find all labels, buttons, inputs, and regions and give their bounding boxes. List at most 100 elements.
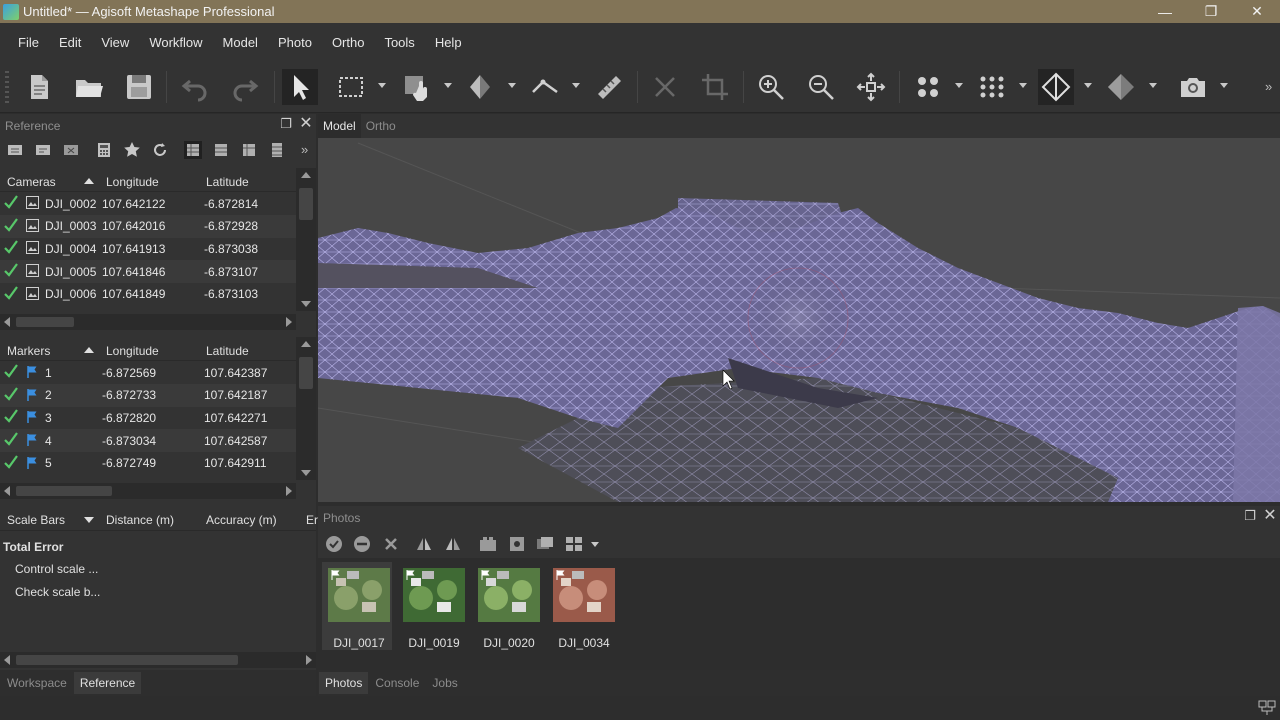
cameras-column-header[interactable]: Cameras — [7, 175, 56, 189]
ruler-icon[interactable] — [527, 69, 563, 105]
marker-row[interactable]: 4 -6.873034 107.642587 — [0, 429, 296, 453]
tab-reference[interactable]: Reference — [73, 672, 142, 694]
close-button[interactable]: ✕ — [1234, 0, 1280, 23]
enabled-check-icon[interactable] — [4, 263, 18, 277]
measure-icon[interactable] — [591, 69, 627, 105]
float-panel-icon[interactable]: ❐ — [278, 116, 294, 132]
camera-latitude[interactable]: -6.872928 — [204, 219, 258, 233]
undo-icon[interactable] — [177, 69, 213, 105]
minimize-button[interactable]: — — [1142, 0, 1188, 23]
enable-cameras-icon[interactable] — [324, 534, 344, 554]
restore-button[interactable]: ❐ — [1188, 0, 1234, 23]
camera-row[interactable]: DJI_0005 107.641846 -6.873107 — [0, 260, 296, 284]
dense-cloud-dropdown-arrow[interactable] — [1019, 83, 1027, 88]
photo-thumbnail[interactable]: DJI_0019 — [397, 562, 467, 650]
camera-row[interactable]: DJI_0004 107.641913 -6.873038 — [0, 237, 296, 260]
accuracy-column-header[interactable]: Accuracy (m) — [206, 513, 277, 527]
disable-cameras-icon[interactable] — [352, 534, 372, 554]
reset-view-icon[interactable] — [853, 69, 889, 105]
camera-dropdown-arrow[interactable] — [1220, 83, 1228, 88]
view-variance-icon[interactable] — [268, 141, 286, 159]
save-icon[interactable] — [121, 69, 157, 105]
camera-latitude[interactable]: -6.872814 — [204, 197, 258, 211]
enabled-check-icon[interactable] — [4, 218, 18, 232]
enabled-check-icon[interactable] — [4, 455, 18, 469]
update-refresh-icon[interactable] — [151, 141, 169, 159]
menu-view[interactable]: View — [91, 35, 139, 50]
enabled-check-icon[interactable] — [4, 195, 18, 209]
cameras-vertical-scrollbar[interactable] — [296, 168, 316, 311]
rotate-left-icon[interactable] — [443, 534, 463, 554]
move-region-icon[interactable] — [399, 69, 435, 105]
enabled-check-icon[interactable] — [4, 364, 18, 378]
marker-latitude-column-header[interactable]: Latitude — [206, 344, 249, 358]
reset-filter-icon[interactable] — [535, 534, 555, 554]
camera-latitude[interactable]: -6.873107 — [204, 265, 258, 279]
zoom-out-icon[interactable] — [803, 69, 839, 105]
close-photos-panel-icon[interactable]: ✕ — [1262, 508, 1278, 524]
float-photos-panel-icon[interactable]: ❐ — [1242, 508, 1258, 524]
marker-row[interactable]: 1 -6.872569 107.642387 — [0, 361, 296, 384]
rectangle-selection-icon[interactable] — [333, 69, 369, 105]
selection-dropdown-arrow[interactable] — [378, 83, 386, 88]
rotate-right-icon[interactable] — [414, 534, 434, 554]
enabled-check-icon[interactable] — [4, 432, 18, 446]
toolbar-overflow-icon[interactable]: » — [1265, 79, 1272, 94]
menu-edit[interactable]: Edit — [49, 35, 91, 50]
camera-row[interactable]: DJI_0006 107.641849 -6.873103 — [0, 283, 296, 306]
menu-ortho[interactable]: Ortho — [322, 35, 375, 50]
enabled-check-icon[interactable] — [4, 409, 18, 424]
tab-photos[interactable]: Photos — [319, 672, 369, 694]
marker-latitude[interactable]: 107.642587 — [204, 434, 267, 448]
marker-latitude[interactable]: 107.642911 — [204, 456, 267, 470]
move-region-dropdown-arrow[interactable] — [444, 83, 452, 88]
tiled-model-dropdown-arrow[interactable] — [1149, 83, 1157, 88]
point-cloud-icon[interactable] — [910, 69, 946, 105]
view-source-icon[interactable] — [184, 141, 202, 159]
error-column-header[interactable]: Er — [306, 513, 318, 527]
camera-row[interactable]: DJI_0003 107.642016 -6.872928 — [0, 214, 296, 238]
distance-column-header[interactable]: Distance (m) — [106, 513, 174, 527]
dense-cloud-icon[interactable] — [974, 69, 1010, 105]
photo-thumbnail[interactable]: DJI_0020 — [472, 562, 542, 650]
optimize-star-icon[interactable] — [123, 141, 141, 159]
open-folder-icon[interactable] — [71, 69, 107, 105]
mesh-wireframe-icon[interactable] — [1038, 69, 1074, 105]
scale-bars-horizontal-scrollbar[interactable] — [0, 652, 316, 668]
network-status-icon[interactable] — [1258, 700, 1276, 716]
rotate-region-dropdown-arrow[interactable] — [508, 83, 516, 88]
tab-workspace[interactable]: Workspace — [1, 672, 73, 694]
marker-longitude[interactable]: -6.872820 — [102, 411, 156, 425]
markers-horizontal-scrollbar[interactable] — [0, 483, 296, 499]
camera-longitude[interactable]: 107.642016 — [102, 219, 165, 233]
camera-latitude[interactable]: -6.873038 — [204, 242, 258, 256]
menu-model[interactable]: Model — [213, 35, 268, 50]
photo-thumbnail[interactable]: DJI_0034 — [547, 562, 617, 650]
menu-file[interactable]: File — [8, 35, 49, 50]
view-estimated-icon[interactable] — [212, 141, 230, 159]
menu-help[interactable]: Help — [425, 35, 472, 50]
change-view-dropdown-arrow[interactable] — [591, 542, 599, 547]
filter-by-markers-icon[interactable] — [478, 534, 498, 554]
tab-console[interactable]: Console — [369, 672, 425, 694]
camera-icon[interactable] — [1175, 69, 1211, 105]
marker-longitude[interactable]: -6.872749 — [102, 456, 156, 470]
camera-longitude[interactable]: 107.641849 — [102, 287, 165, 301]
photo-thumbnail[interactable]: DJI_0017 — [322, 562, 392, 650]
filter-by-point-icon[interactable] — [507, 534, 527, 554]
export-reference-icon[interactable] — [34, 141, 52, 159]
zoom-in-icon[interactable] — [753, 69, 789, 105]
marker-row[interactable]: 5 -6.872749 107.642911 — [0, 452, 296, 475]
crop-selection-icon[interactable] — [697, 69, 733, 105]
camera-longitude[interactable]: 107.642122 — [102, 197, 165, 211]
toolbar-grip[interactable] — [5, 71, 9, 103]
menu-tools[interactable]: Tools — [374, 35, 424, 50]
mesh-dropdown-arrow[interactable] — [1084, 83, 1092, 88]
latitude-column-header[interactable]: Latitude — [206, 175, 249, 189]
marker-longitude[interactable]: -6.873034 — [102, 434, 156, 448]
view-errors-icon[interactable] — [240, 141, 258, 159]
import-reference-icon[interactable] — [6, 141, 24, 159]
tab-ortho[interactable]: Ortho — [361, 114, 401, 138]
tab-model[interactable]: Model — [318, 114, 361, 138]
camera-longitude[interactable]: 107.641913 — [102, 242, 165, 256]
